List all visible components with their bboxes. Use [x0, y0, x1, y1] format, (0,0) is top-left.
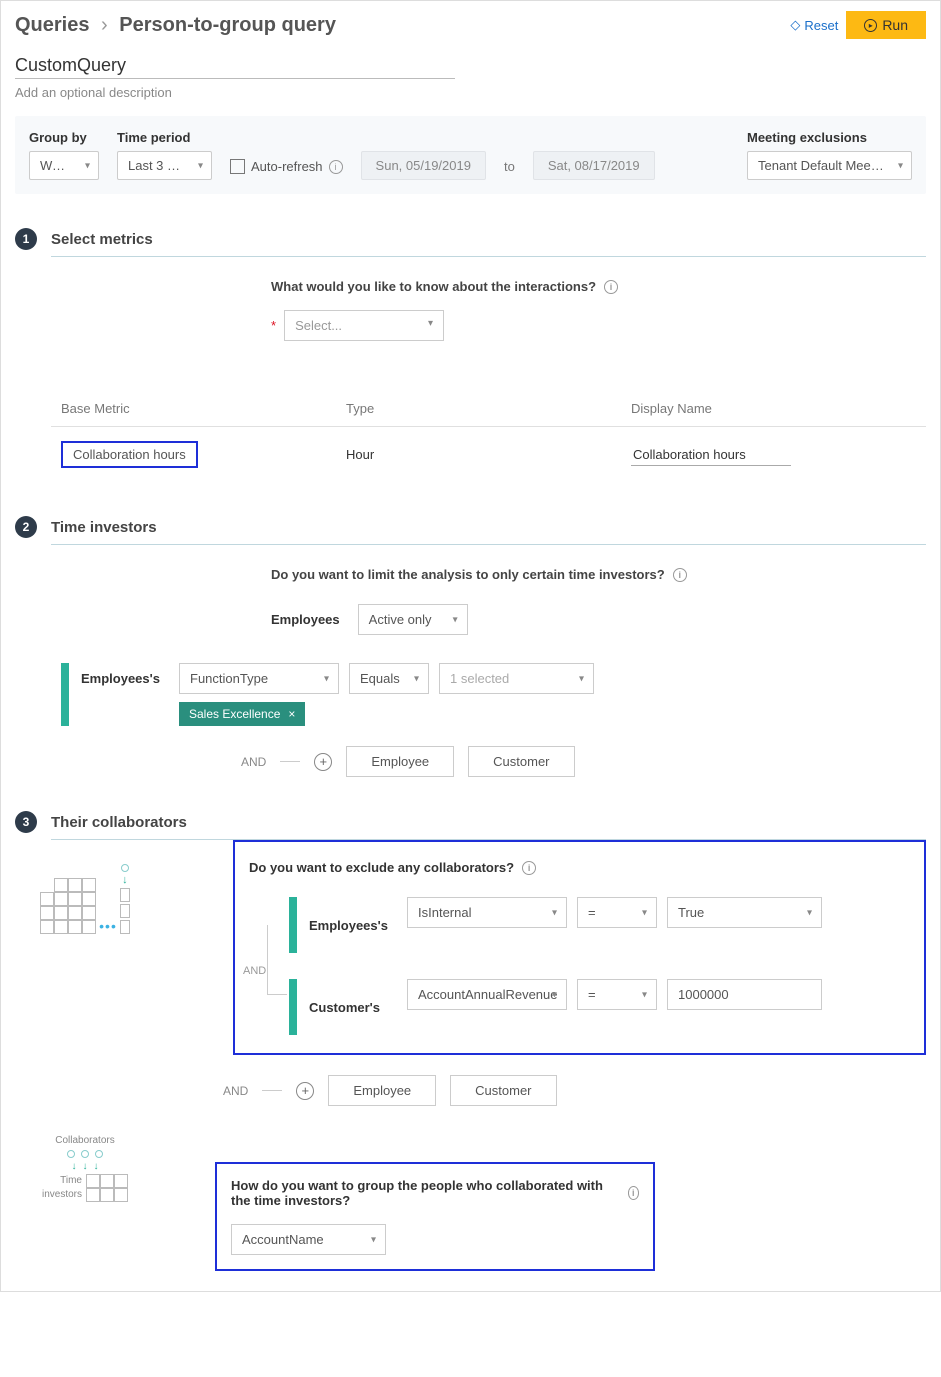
employee-type-button[interactable]: Employee — [346, 746, 454, 777]
time-period-label: Time period — [117, 130, 212, 145]
arrow-down-icon: ↓ — [122, 874, 128, 886]
reset-button[interactable]: ◇ Reset — [790, 17, 838, 33]
time-period-dropdown[interactable]: Last 3 mont... — [117, 151, 212, 180]
section-collaborators: 3 Their collaborators ••• ↓ — [15, 811, 926, 1271]
date-to-label: to — [504, 159, 515, 180]
filter-chip[interactable]: Sales Excellence × — [179, 702, 305, 726]
base-metric-value[interactable]: Collaboration hours — [61, 441, 198, 468]
step-badge-1: 1 — [15, 228, 37, 250]
breadcrumb-current: Person-to-group query — [119, 14, 336, 36]
filter-indicator-bar — [289, 897, 297, 953]
grouping-box: How do you want to group the people who … — [215, 1162, 655, 1271]
col-display-name: Display Name — [631, 401, 916, 416]
info-icon[interactable]: i — [628, 1186, 639, 1200]
play-circle-icon: ▸ — [864, 19, 877, 32]
employees-dropdown[interactable]: Active only — [358, 604, 468, 635]
section-time-investors: 2 Time investors Do you want to limit th… — [15, 516, 926, 777]
grouping-prompt: How do you want to group the people who … — [231, 1178, 620, 1208]
run-button[interactable]: ▸ Run — [846, 11, 926, 39]
collaborators-diagram: ••• ↓ — [15, 840, 155, 1106]
date-from-field[interactable]: Sun, 05/19/2019 — [361, 151, 486, 180]
metric-select-dropdown[interactable]: Select... — [284, 310, 444, 341]
info-icon[interactable]: i — [604, 280, 618, 294]
info-icon[interactable]: i — [522, 861, 536, 875]
filter-indicator-bar — [289, 979, 297, 1035]
attribute-dropdown[interactable]: AccountAnnualRevenue — [407, 979, 567, 1010]
value-dropdown[interactable]: True — [667, 897, 822, 928]
and-connector: AND — [223, 1084, 248, 1098]
step-badge-2: 2 — [15, 516, 37, 538]
metric-type-value: Hour — [346, 447, 631, 462]
section-1-prompt: What would you like to know about the in… — [271, 279, 596, 294]
add-filter-button[interactable]: + — [314, 753, 332, 771]
employees-label: Employees — [271, 612, 340, 627]
and-connector: AND — [241, 963, 268, 979]
auto-refresh-checkbox[interactable] — [230, 159, 245, 174]
arrow-down-icon: ↓ — [82, 1160, 87, 1174]
filter-group-label-employees: Employees's — [309, 918, 397, 933]
display-name-input[interactable] — [631, 444, 791, 466]
filter-indicator-bar — [61, 663, 69, 726]
col-type: Type — [346, 401, 631, 416]
info-icon[interactable]: i — [329, 160, 343, 174]
filter-group-label-customers: Customer's — [309, 1000, 397, 1015]
metric-row: Collaboration hours Hour — [51, 427, 926, 482]
arrow-down-icon: ↓ — [71, 1160, 76, 1174]
attribute-dropdown[interactable]: FunctionType — [179, 663, 339, 694]
section-3-title: Their collaborators — [51, 814, 187, 831]
breadcrumb: Queries › Person-to-group query — [15, 14, 336, 37]
and-connector: AND — [241, 755, 266, 769]
ellipsis-icon: ••• — [99, 918, 117, 934]
run-label: Run — [882, 17, 908, 33]
col-base-metric: Base Metric — [61, 401, 346, 416]
operator-dropdown[interactable]: = — [577, 897, 657, 928]
grouping-dropdown[interactable]: AccountName — [231, 1224, 386, 1255]
page-header: Queries › Person-to-group query ◇ Reset … — [15, 11, 926, 39]
group-by-dropdown[interactable]: Week — [29, 151, 99, 180]
operator-dropdown[interactable]: = — [577, 979, 657, 1010]
value-input[interactable] — [667, 979, 822, 1010]
reset-label: Reset — [804, 18, 838, 33]
section-2-title: Time investors — [51, 519, 157, 536]
auto-refresh-label: Auto-refresh — [251, 159, 323, 174]
eraser-icon: ◇ — [790, 17, 800, 33]
chevron-right-icon: › — [101, 14, 108, 36]
section-1-title: Select metrics — [51, 231, 153, 248]
section-select-metrics: 1 Select metrics What would you like to … — [15, 228, 926, 482]
value-dropdown[interactable]: 1 selected — [439, 663, 594, 694]
exclusions-dropdown[interactable]: Tenant Default Meeting ... — [747, 151, 912, 180]
operator-dropdown[interactable]: Equals — [349, 663, 429, 694]
section-2-prompt: Do you want to limit the analysis to onl… — [271, 567, 665, 582]
add-filter-button[interactable]: + — [296, 1082, 314, 1100]
chip-label: Sales Excellence — [189, 707, 280, 721]
employee-type-button[interactable]: Employee — [328, 1075, 436, 1106]
collaborator-filter-box: Do you want to exclude any collaborators… — [233, 840, 926, 1055]
customer-type-button[interactable]: Customer — [468, 746, 574, 777]
section-3-prompt: Do you want to exclude any collaborators… — [249, 860, 514, 875]
config-panel: Group by Week Time period Last 3 mont...… — [15, 116, 926, 194]
filter-group-label: Employees's — [81, 671, 169, 686]
required-icon: * — [271, 318, 276, 333]
date-to-field[interactable]: Sat, 08/17/2019 — [533, 151, 655, 180]
grouping-diagram: Collaborators ↓ ↓ ↓ Time investors — [15, 1134, 155, 1202]
group-by-label: Group by — [29, 130, 99, 145]
diagram-label-investors: investors — [42, 1188, 82, 1202]
exclusions-label: Meeting exclusions — [747, 130, 912, 145]
query-description-placeholder[interactable]: Add an optional description — [15, 85, 926, 100]
breadcrumb-root[interactable]: Queries — [15, 14, 89, 36]
step-badge-3: 3 — [15, 811, 37, 833]
close-icon[interactable]: × — [288, 707, 295, 721]
query-name-input[interactable] — [15, 53, 455, 79]
attribute-dropdown[interactable]: IsInternal — [407, 897, 567, 928]
diagram-label-collaborators: Collaborators — [42, 1134, 128, 1148]
info-icon[interactable]: i — [673, 568, 687, 582]
customer-type-button[interactable]: Customer — [450, 1075, 556, 1106]
arrow-down-icon: ↓ — [93, 1160, 98, 1174]
diagram-label-time: Time — [42, 1174, 82, 1188]
